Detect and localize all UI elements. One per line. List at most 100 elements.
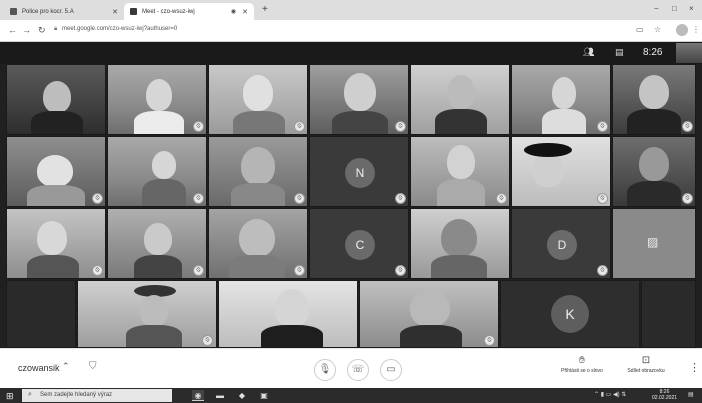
file-explorer-icon[interactable]: ▬ (214, 390, 226, 401)
close-window-button[interactable]: × (689, 4, 694, 13)
participant-body (134, 255, 182, 278)
mic-button[interactable]: 🎙︎ (314, 359, 336, 381)
present-screen-icon: ⊡ (641, 355, 651, 366)
app-icon[interactable]: ▣ (258, 390, 270, 401)
chrome-icon[interactable]: ◉ (192, 390, 204, 401)
camera-button[interactable]: ▭ (380, 359, 402, 381)
muted-mic-icon: ⦸ (294, 193, 305, 204)
participant-tile[interactable]: ⦸ (107, 136, 207, 207)
participant-body (435, 109, 487, 134)
windows-taskbar: ⊞ ⌕ Sem zadejte hledaný výraz ◉ ▬ ◆ ▣ ⌃ … (0, 388, 702, 403)
meet-controls-bar: czowansik ⌃ ⛉ 🎙︎ ☏ ▭ ✋︎ Přihlásit se o s… (0, 348, 702, 388)
back-icon[interactable]: ← (8, 25, 17, 35)
tab-audio-icon[interactable]: ◉ (231, 8, 236, 15)
raise-hand-label: Přihlásit se o slovo (561, 368, 603, 374)
participant-tile[interactable]: ⦸ (410, 136, 510, 207)
camera-icon[interactable]: ▭ (636, 25, 644, 34)
muted-mic-icon: ⦸ (202, 335, 213, 346)
raise-hand-button[interactable]: ✋︎ Přihlásit se o slovo (552, 355, 612, 374)
participant-tile[interactable]: ⦸ (511, 64, 611, 135)
taskbar-search[interactable]: ⌕ Sem zadejte hledaný výraz (22, 389, 172, 402)
lock-icon[interactable]: 🔒︎ (54, 26, 57, 33)
participant-face (152, 151, 176, 179)
tab-meet[interactable]: Meet - czo-wsuz-iwj ◉ ✕ (124, 3, 254, 20)
participant-body (542, 109, 586, 134)
maximize-button[interactable]: □ (672, 4, 677, 13)
participant-tile[interactable]: ⦸ (511, 136, 611, 207)
participant-face (243, 75, 273, 111)
participant-tile[interactable]: ▨ (612, 208, 696, 279)
participant-face (37, 221, 67, 255)
participant-face (639, 75, 669, 109)
participant-tile[interactable]: N ⦸ (309, 136, 409, 207)
chat-icon[interactable]: ▤ (615, 47, 624, 58)
empty-tile (6, 280, 76, 348)
meeting-code[interactable]: czowansik (18, 363, 60, 373)
search-icon: ⌕ (28, 391, 32, 398)
tab-favicon (10, 8, 17, 15)
participant-tile[interactable]: ⦸ (612, 64, 696, 135)
participant-tile[interactable]: ⦸ (107, 64, 207, 135)
participants-icon[interactable]: 👥︎ (583, 47, 594, 58)
participant-body (142, 179, 186, 206)
participant-avatar: N (345, 158, 375, 188)
muted-mic-icon: ⦸ (193, 193, 204, 204)
participant-tile[interactable]: K (500, 280, 640, 348)
participant-tile[interactable]: ⦸ (6, 136, 106, 207)
participant-tile[interactable]: ⦸ (208, 136, 308, 207)
notifications-icon[interactable]: ▤ (688, 391, 694, 398)
participant-tile[interactable] (410, 208, 510, 279)
windows-start-icon[interactable]: ⊞ (6, 391, 14, 402)
bookmark-star-icon[interactable]: ☆ (654, 25, 661, 34)
participant-tile[interactable]: ⦸ (612, 136, 696, 207)
muted-mic-icon: ⦸ (496, 193, 507, 204)
participant-tile[interactable]: C ⦸ (309, 208, 409, 279)
participant-mask (239, 219, 275, 257)
tray-icons[interactable]: ⌃ ▮ ▭ ◀) ⇅ (594, 391, 626, 398)
minimize-button[interactable]: − (654, 4, 659, 13)
participant-tile[interactable]: ⦸ (77, 280, 217, 348)
forward-icon[interactable]: → (22, 25, 31, 35)
participant-tile[interactable]: ⦸ (107, 208, 207, 279)
muted-mic-icon: ⦸ (294, 121, 305, 132)
present-button[interactable]: ⊡ Sdílet obrazovku (616, 355, 676, 374)
more-options-icon[interactable]: ⋮ (689, 361, 700, 374)
participant-body (400, 325, 462, 347)
self-view-thumbnail[interactable] (676, 43, 702, 63)
participant-tile[interactable]: ⦸ (6, 208, 106, 279)
close-tab-icon[interactable]: ✕ (112, 8, 118, 16)
muted-mic-icon: ⦸ (395, 121, 406, 132)
participant-tile[interactable]: ⦸ (359, 280, 499, 348)
chevron-up-icon[interactable]: ⌃ (62, 361, 70, 372)
muted-mic-icon: ⦸ (294, 265, 305, 276)
participant-body (627, 109, 681, 134)
participant-tile[interactable]: ⦸ (208, 64, 308, 135)
new-tab-button[interactable]: + (262, 4, 268, 15)
close-tab-icon[interactable]: ✕ (242, 8, 248, 16)
leave-call-button[interactable]: ☏ (347, 359, 369, 381)
participant-tile[interactable]: ⦸ (309, 64, 409, 135)
participant-tile[interactable] (6, 64, 106, 135)
muted-mic-icon: ⦸ (395, 265, 406, 276)
participant-mask (441, 219, 477, 257)
participant-body (233, 111, 285, 134)
taskbar-clock[interactable]: 8:26 02.02.2021 (652, 389, 677, 401)
participant-body (126, 325, 182, 347)
tab-title: Meet - czo-wsuz-iwj (142, 8, 195, 15)
browser-toolbar: ← → ↻ 🔒︎ meet.google.com/czo-wsuz-iwj?au… (0, 20, 702, 42)
muted-mic-icon: ⦸ (395, 193, 406, 204)
participant-tile[interactable]: D ⦸ (511, 208, 611, 279)
participant-tile[interactable] (410, 64, 510, 135)
address-bar[interactable]: meet.google.com/czo-wsuz-iwj?authuser=0 (62, 26, 177, 32)
participant-mask (410, 289, 450, 327)
participant-tile[interactable]: ⦸ (208, 208, 308, 279)
tab-classroom[interactable]: Police pro kocr. 5.A ✕ (4, 3, 124, 20)
reload-icon[interactable]: ↻ (38, 25, 46, 36)
app-icon[interactable]: ◆ (236, 390, 248, 401)
menu-icon[interactable]: ⋮ (692, 25, 700, 34)
shield-icon[interactable]: ⛉ (89, 361, 97, 372)
taskbar-date: 02.02.2021 (652, 395, 678, 401)
participant-tile[interactable] (218, 280, 358, 348)
profile-avatar[interactable] (676, 24, 688, 36)
participant-mask (344, 73, 376, 111)
